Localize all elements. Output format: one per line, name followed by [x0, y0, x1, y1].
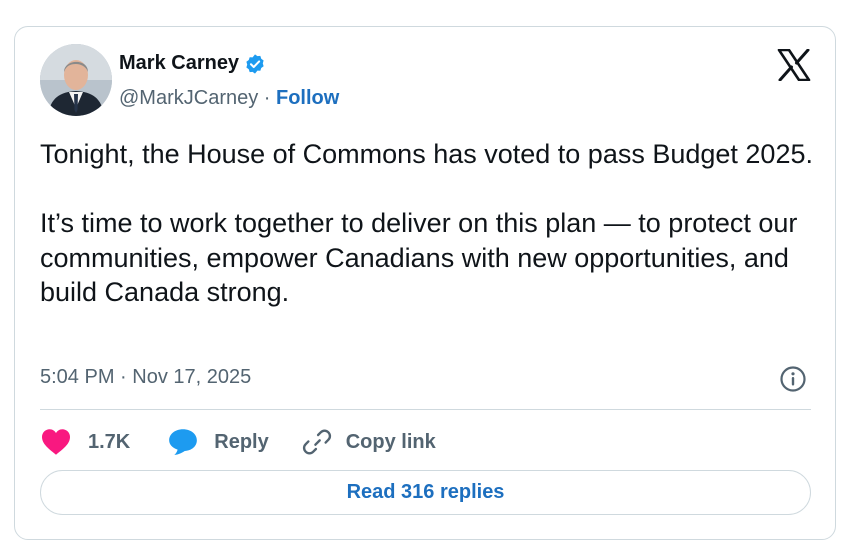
- link-icon: [302, 429, 331, 455]
- tweet-time: 5:04 PM: [40, 366, 115, 388]
- like-count: 1.7K: [88, 430, 131, 453]
- avatar[interactable]: [40, 44, 112, 116]
- author-name-row: Mark Carney: [119, 52, 266, 75]
- read-replies-label: Read 316 replies: [346, 481, 505, 503]
- tweet-timestamp[interactable]: 5:04 PM · Nov 17, 2025: [40, 366, 251, 389]
- action-bar: 1.7K Reply Copy link: [40, 425, 436, 459]
- heart-icon: [42, 429, 70, 455]
- like-button[interactable]: 1.7K: [40, 428, 130, 456]
- divider: [40, 409, 811, 410]
- verified-badge-icon: [246, 53, 264, 74]
- tweet-text: Tonight, the House of Commons has voted …: [40, 139, 813, 307]
- copy-link-label: Copy link: [345, 430, 436, 453]
- avatar-portrait-icon: [40, 44, 112, 116]
- read-replies-button[interactable]: Read 316 replies: [40, 470, 811, 515]
- reply-button[interactable]: Reply: [168, 428, 269, 456]
- info-icon[interactable]: [779, 365, 807, 393]
- reply-label: Reply: [214, 430, 269, 453]
- x-logo-icon[interactable]: [777, 49, 811, 81]
- copy-link-button[interactable]: Copy link: [302, 428, 436, 456]
- meta-separator: ·: [114, 366, 133, 388]
- follow-button[interactable]: Follow: [276, 87, 339, 109]
- tweet-date: Nov 17, 2025: [132, 366, 252, 388]
- tweet-card: Mark Carney @MarkJCarney · Follow Tonigh…: [14, 26, 836, 540]
- author-name[interactable]: Mark Carney: [119, 52, 239, 75]
- speech-bubble-icon: [169, 429, 198, 455]
- author-handle[interactable]: @MarkJCarney: [119, 87, 258, 109]
- handle-row: @MarkJCarney · Follow: [119, 87, 339, 110]
- handle-separator: ·: [258, 87, 276, 109]
